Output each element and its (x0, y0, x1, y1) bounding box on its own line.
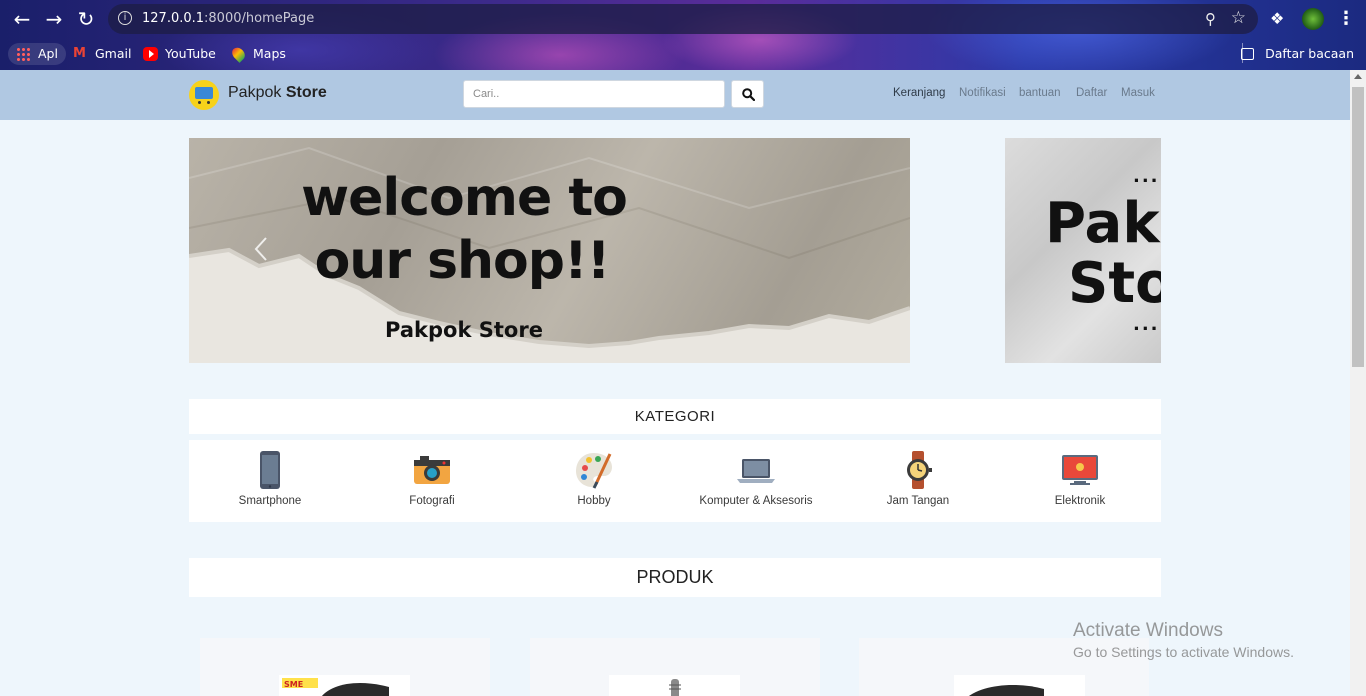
search-icon (742, 88, 755, 101)
maps-icon (229, 45, 248, 63)
category-label: Smartphone (238, 495, 302, 507)
bookmarks-bar: Apl M Gmail YouTube Maps Daftar bacaan (0, 38, 1366, 70)
product-image[interactable] (609, 675, 740, 696)
bookmark-label: Apl (38, 46, 58, 61)
kategori-heading: KATEGORI (189, 399, 1161, 434)
nav-bantuan[interactable]: bantuan (1019, 87, 1061, 99)
watermark-line1: Activate Windows (1073, 620, 1223, 641)
category-label: Komputer & Aksesoris (699, 495, 813, 507)
url-host: 127.0.0.1 (142, 11, 205, 26)
slide2-line2: Store (1068, 251, 1161, 316)
camera-icon (414, 456, 450, 484)
reading-list-label: Daftar bacaan (1265, 46, 1354, 61)
browser-toolbar: ← → ↻ i 127.0.0.1:8000/homePage ⚲ ☆ ❖ ⋮ (0, 0, 1366, 38)
category-label: Jam Tangan (886, 495, 950, 507)
slide2-line1: Pakpok (1045, 191, 1161, 256)
slide2-dots-bottom: .... (1133, 314, 1161, 335)
bookmark-label: Gmail (95, 46, 132, 61)
bookmarks-divider (1242, 43, 1243, 63)
search-button[interactable] (731, 80, 764, 108)
category-fotografi[interactable]: Fotografi (351, 440, 513, 522)
nav-notifikasi[interactable]: Notifikasi (959, 87, 1006, 99)
bookmark-apps[interactable]: Apl (8, 43, 66, 65)
tv-icon (1062, 455, 1098, 485)
slide-heading-line2: our shop!! (314, 231, 611, 291)
slide-subheading: Pakpok Store (385, 318, 543, 342)
search-input[interactable] (463, 80, 725, 108)
bookmark-gmail[interactable]: M Gmail (73, 43, 131, 65)
extensions-puzzle-icon[interactable]: ❖ (1270, 9, 1284, 28)
svg-text:SME: SME (284, 680, 303, 689)
category-hobby[interactable]: Hobby (513, 440, 675, 522)
browser-menu-icon[interactable]: ⋮ (1337, 8, 1355, 29)
brand-name[interactable]: Pakpok Store (228, 84, 327, 102)
slide-heading-line1: welcome to (301, 168, 628, 228)
forward-arrow-icon[interactable]: → (42, 7, 66, 31)
category-label: Elektronik (1054, 495, 1106, 507)
category-label: Hobby (577, 495, 611, 507)
nav-keranjang[interactable]: Keranjang (893, 87, 945, 99)
carousel-slide-next[interactable]: .... Pakpok Store .... (1005, 138, 1161, 363)
scroll-up-arrow-icon[interactable] (1354, 74, 1362, 79)
reading-list-button[interactable]: Daftar bacaan (1241, 43, 1354, 65)
nav-daftar[interactable]: Daftar (1076, 87, 1107, 99)
gmail-icon: M (73, 46, 86, 61)
category-smartphone[interactable]: Smartphone (189, 440, 351, 522)
produk-heading: PRODUK (189, 558, 1161, 597)
bookmark-label: Maps (253, 46, 286, 61)
carousel-slide-active[interactable]: welcome to our shop!! Pakpok Store (189, 138, 910, 363)
youtube-icon (143, 47, 158, 61)
bookmark-maps[interactable]: Maps (229, 43, 286, 65)
reading-list-icon (1241, 48, 1255, 60)
category-jam-tangan[interactable]: Jam Tangan (837, 440, 999, 522)
carousel-prev-chevron-icon[interactable] (254, 236, 268, 262)
product-image[interactable] (954, 675, 1085, 696)
reload-icon[interactable]: ↻ (74, 7, 98, 31)
bookmark-star-icon[interactable]: ☆ (1231, 8, 1246, 28)
url-path: :8000/homePage (204, 11, 315, 26)
product-thumbnail: SME (282, 678, 389, 696)
kategori-list: Smartphone Fotografi Hobby Komputer & Ak… (189, 440, 1161, 522)
product-thumbnail (968, 685, 1044, 696)
activate-windows-watermark: Activate Windows Go to Settings to activ… (1073, 620, 1294, 660)
category-elektronik[interactable]: Elektronik (999, 440, 1161, 522)
product-thumbnail (669, 679, 681, 696)
category-komputer[interactable]: Komputer & Aksesoris (675, 440, 837, 522)
bookmark-label: YouTube (165, 46, 216, 61)
bookmark-youtube[interactable]: YouTube (143, 43, 216, 65)
back-arrow-icon[interactable]: ← (10, 7, 34, 31)
nav-masuk[interactable]: Masuk (1121, 87, 1155, 99)
laptop-icon (737, 459, 775, 483)
watermark-line2: Go to Settings to activate Windows. (1073, 644, 1294, 660)
palette-icon (576, 453, 612, 489)
profile-avatar[interactable] (1302, 8, 1324, 30)
address-bar[interactable]: i 127.0.0.1:8000/homePage ⚲ ☆ (108, 4, 1258, 34)
site-info-icon[interactable]: i (118, 11, 132, 25)
watch-icon (907, 451, 932, 489)
product-image[interactable]: SME (279, 675, 410, 696)
scrollbar-thumb[interactable] (1352, 87, 1364, 367)
smartphone-icon (260, 451, 280, 489)
apps-grid-icon (16, 47, 31, 61)
zoom-icon[interactable]: ⚲ (1205, 10, 1216, 28)
slide2-dots-top: .... (1133, 166, 1161, 187)
cart-glyph (195, 87, 213, 104)
category-label: Fotografi (409, 495, 455, 507)
